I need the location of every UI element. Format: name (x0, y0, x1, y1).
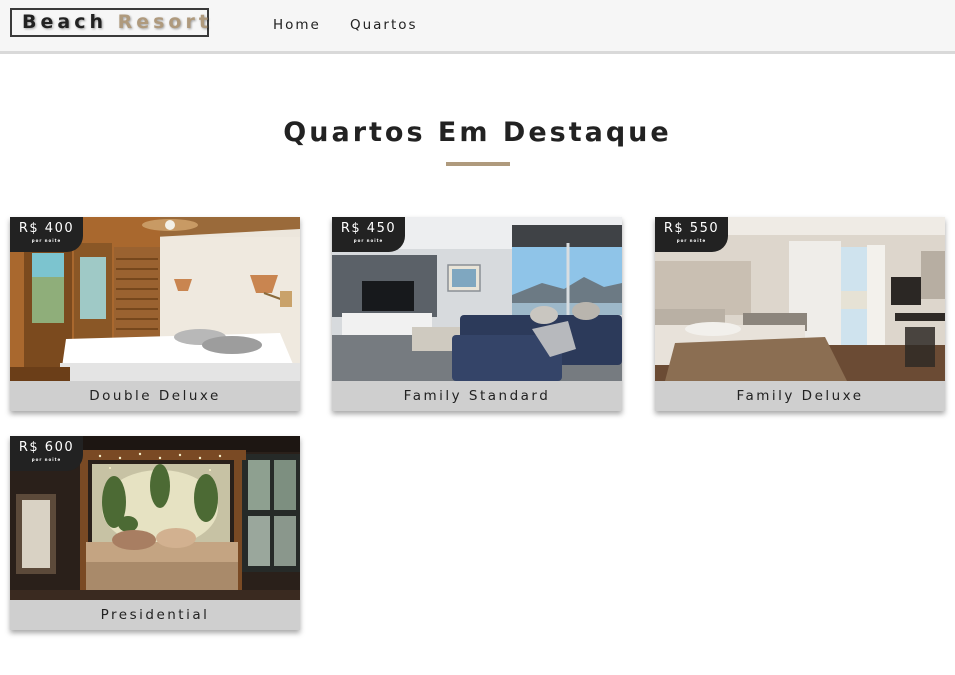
nav-links: Home Quartos (273, 14, 442, 33)
room-card-family-standard[interactable]: R$ 450 por noite Family Standard (332, 217, 622, 411)
brand-name-part2: Resort (117, 11, 212, 33)
nav-link-home[interactable]: Home (273, 17, 321, 33)
price-badge: R$ 550 por noite (655, 217, 728, 252)
room-name[interactable]: Double Deluxe (10, 381, 300, 411)
price-value: R$ 400 (18, 221, 75, 236)
price-unit: por noite (353, 238, 384, 243)
price-value: R$ 600 (18, 440, 75, 455)
price-unit: por noite (31, 457, 62, 462)
room-name[interactable]: Family Deluxe (655, 381, 945, 411)
room-card-presidential[interactable]: R$ 600 por noite Presidential (10, 436, 300, 630)
price-value: R$ 450 (340, 221, 397, 236)
navbar: Beach Resort Home Quartos (0, 0, 955, 54)
room-card-double-deluxe[interactable]: R$ 400 por noite Double Deluxe (10, 217, 300, 411)
room-name[interactable]: Presidential (10, 600, 300, 630)
room-name[interactable]: Family Standard (332, 381, 622, 411)
price-unit: por noite (676, 238, 707, 243)
brand-logo[interactable]: Beach Resort (10, 8, 209, 37)
price-badge: R$ 450 por noite (332, 217, 405, 252)
brand-name-part1: Beach (22, 11, 107, 33)
price-value: R$ 550 (663, 221, 720, 236)
price-badge: R$ 400 por noite (10, 217, 83, 252)
room-card-family-deluxe[interactable]: R$ 550 por noite Family Deluxe (655, 217, 945, 411)
nav-link-quartos[interactable]: Quartos (350, 17, 418, 33)
price-unit: por noite (31, 238, 62, 243)
title-underline (446, 162, 510, 166)
price-badge: R$ 600 por noite (10, 436, 83, 471)
section-title: Quartos Em Destaque (283, 117, 672, 148)
